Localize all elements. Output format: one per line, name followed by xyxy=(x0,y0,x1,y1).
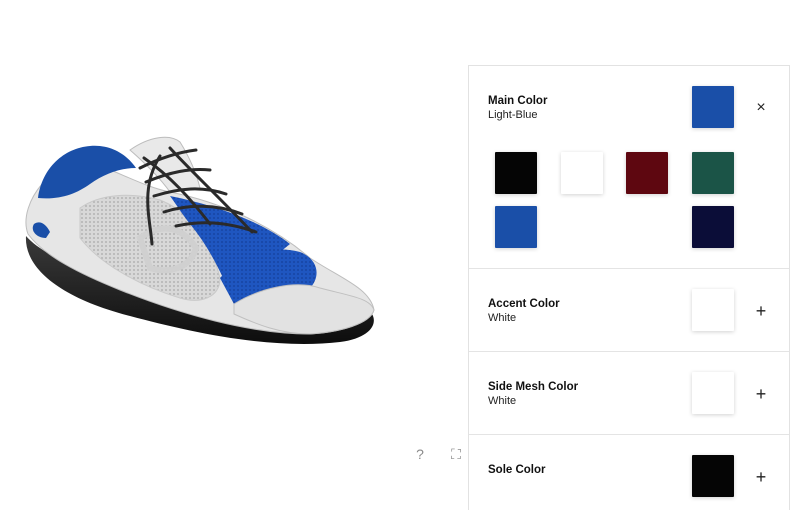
section-main-color: Main Color Light-Blue × xyxy=(469,66,789,269)
color-options xyxy=(469,146,789,268)
section-value: White xyxy=(488,312,517,324)
selected-color-swatch xyxy=(692,289,734,331)
fullscreen-icon: ⛶ xyxy=(451,445,461,462)
section-sole-color: Sole Color + xyxy=(469,435,789,510)
section-accent-color: Accent Color White + xyxy=(469,269,789,352)
swatch-white[interactable] xyxy=(561,152,603,194)
customization-panel: Main Color Light-Blue × Accent Color Whi… xyxy=(468,65,790,510)
section-header-sole-color[interactable]: Sole Color + xyxy=(469,435,789,510)
close-icon[interactable]: × xyxy=(749,96,773,120)
section-title: Sole Color xyxy=(488,464,546,476)
section-header-accent-color[interactable]: Accent Color White + xyxy=(469,269,789,351)
section-side-mesh-color: Side Mesh Color White + xyxy=(469,352,789,435)
product-viewer[interactable]: ? ⛶ xyxy=(0,0,468,510)
section-header-side-mesh-color[interactable]: Side Mesh Color White + xyxy=(469,352,789,434)
plus-icon[interactable]: + xyxy=(749,382,773,406)
shoe-illustration xyxy=(25,136,375,344)
swatch-dark-green[interactable] xyxy=(692,152,734,194)
selected-color-swatch xyxy=(692,372,734,414)
swatch-black[interactable] xyxy=(495,152,537,194)
section-title: Main Color xyxy=(488,95,548,107)
fullscreen-button[interactable]: ⛶ xyxy=(446,444,466,464)
swatch-navy[interactable] xyxy=(692,206,734,248)
section-value: White xyxy=(488,395,517,407)
section-header-main-color[interactable]: Main Color Light-Blue × xyxy=(469,66,789,146)
section-title: Side Mesh Color xyxy=(488,381,579,393)
shoe-3d-model[interactable] xyxy=(20,128,390,368)
selected-color-swatch xyxy=(692,86,734,128)
swatch-burgundy[interactable] xyxy=(626,152,668,194)
selected-color-swatch xyxy=(692,455,734,497)
section-value: Light-Blue xyxy=(488,109,538,121)
swatch-light-blue[interactable] xyxy=(495,206,537,248)
plus-icon[interactable]: + xyxy=(749,465,773,489)
plus-icon[interactable]: + xyxy=(749,299,773,323)
section-title: Accent Color xyxy=(488,298,560,310)
help-button[interactable]: ? xyxy=(410,444,430,464)
question-mark-icon: ? xyxy=(416,446,424,462)
